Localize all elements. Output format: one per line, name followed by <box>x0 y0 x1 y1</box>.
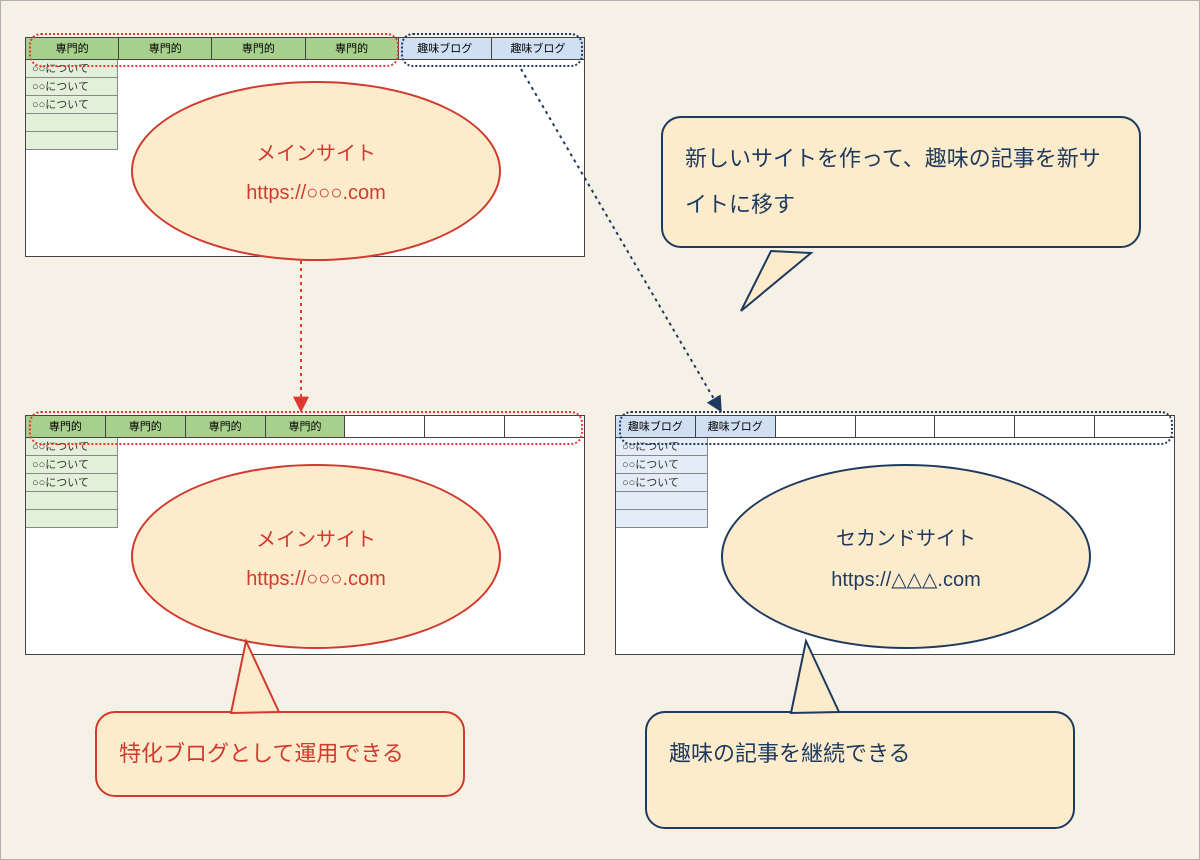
list-item: ○○について <box>26 96 118 114</box>
list-item <box>26 510 118 528</box>
ellipse-main-top: メインサイト https://○○○.com <box>131 81 501 261</box>
list-item <box>26 492 118 510</box>
tab <box>935 416 1015 437</box>
tab <box>345 416 425 437</box>
list-item: ○○について <box>26 60 118 78</box>
tab: 趣味ブログ <box>492 38 584 59</box>
tab: 趣味ブログ <box>399 38 492 59</box>
ellipse-title: セカンドサイト <box>723 522 1089 551</box>
bubble-right: 趣味の記事を継続できる <box>645 711 1075 829</box>
list-item: ○○について <box>616 438 708 456</box>
diagram-canvas: 専門的 専門的 専門的 専門的 趣味ブログ 趣味ブログ ○○について ○○につい… <box>0 0 1200 860</box>
list-item <box>616 492 708 510</box>
tab <box>856 416 936 437</box>
tabrow: 専門的 専門的 専門的 専門的 趣味ブログ 趣味ブログ <box>26 38 584 60</box>
list-item: ○○について <box>616 474 708 492</box>
tab: 専門的 <box>119 38 212 59</box>
ellipse-title: メインサイト <box>133 137 499 166</box>
ellipse-title: メインサイト <box>133 523 499 552</box>
tabrow: 趣味ブログ 趣味ブログ <box>616 416 1174 438</box>
list-item <box>616 510 708 528</box>
tabrow: 専門的 専門的 専門的 専門的 <box>26 416 584 438</box>
list-item: ○○について <box>26 474 118 492</box>
list-item <box>26 132 118 150</box>
tab: 趣味ブログ <box>696 416 776 437</box>
bubble-text: 趣味の記事を継続できる <box>669 741 911 766</box>
tab: 専門的 <box>186 416 266 437</box>
list-item <box>26 114 118 132</box>
bubble-text: 新しいサイトを作って、趣味の記事を新サイトに移す <box>685 146 1101 217</box>
tab <box>505 416 584 437</box>
list-item: ○○について <box>26 438 118 456</box>
bubble-move: 新しいサイトを作って、趣味の記事を新サイトに移す <box>661 116 1141 248</box>
bubble-left: 特化ブログとして運用できる <box>95 711 465 797</box>
tab: 専門的 <box>106 416 186 437</box>
tab: 専門的 <box>266 416 346 437</box>
bubble-text: 特化ブログとして運用できる <box>119 741 404 766</box>
ellipse-second: セカンドサイト https://△△△.com <box>721 464 1091 649</box>
list-item: ○○について <box>26 456 118 474</box>
tab <box>425 416 505 437</box>
list-item: ○○について <box>26 78 118 96</box>
tab <box>1015 416 1095 437</box>
ellipse-url: https://△△△.com <box>723 567 1089 592</box>
list-item: ○○について <box>616 456 708 474</box>
bubble-tail-navy-top <box>741 251 811 311</box>
ellipse-url: https://○○○.com <box>133 182 499 205</box>
tab <box>1095 416 1174 437</box>
tab: 専門的 <box>306 38 399 59</box>
tab: 専門的 <box>26 38 119 59</box>
tab: 専門的 <box>26 416 106 437</box>
ellipse-main-bottom: メインサイト https://○○○.com <box>131 464 501 649</box>
tab <box>776 416 856 437</box>
ellipse-url: https://○○○.com <box>133 568 499 591</box>
tab: 専門的 <box>212 38 305 59</box>
tab: 趣味ブログ <box>616 416 696 437</box>
